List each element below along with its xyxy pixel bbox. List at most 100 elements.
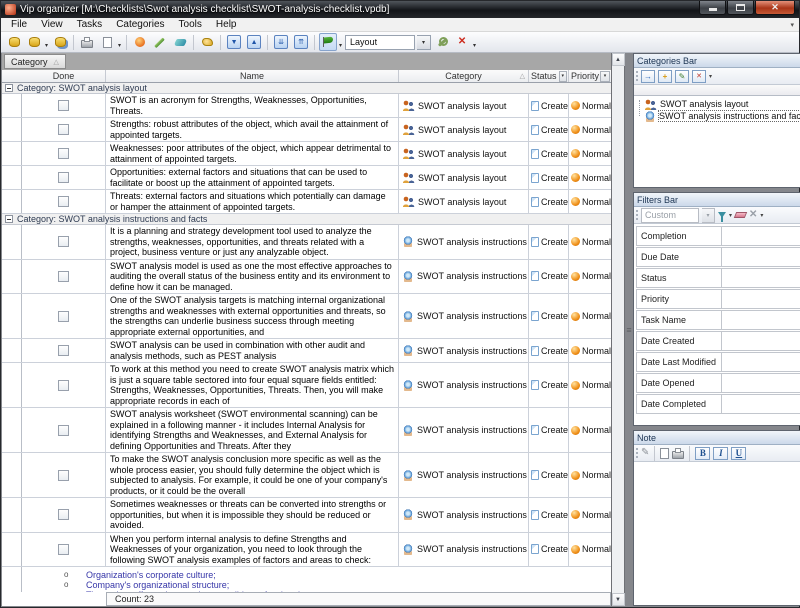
underline-button[interactable]: U bbox=[731, 447, 746, 460]
filter-value[interactable] bbox=[722, 373, 800, 393]
category-item-swot-instructions[interactable]: SWOT analysis instructions and facts 18 … bbox=[634, 110, 800, 122]
done-checkbox[interactable] bbox=[58, 345, 69, 356]
table-row[interactable]: To make the SWOT analysis conclusion mor… bbox=[2, 453, 611, 498]
grid-vertical-scrollbar[interactable]: ▲ ▼ bbox=[612, 53, 625, 606]
new-category-button[interactable]: → bbox=[641, 70, 655, 83]
table-row[interactable]: SWOT is an acronym for Strengths, Weakne… bbox=[2, 94, 611, 118]
open-dropdown-icon[interactable]: ▾ bbox=[45, 42, 49, 52]
open-database-button[interactable] bbox=[25, 33, 43, 51]
done-checkbox[interactable] bbox=[58, 311, 69, 322]
highlighter-button[interactable] bbox=[319, 33, 337, 51]
italic-button[interactable]: I bbox=[713, 447, 728, 460]
edit-task-button[interactable] bbox=[151, 33, 169, 51]
done-checkbox[interactable] bbox=[58, 100, 69, 111]
new-database-button[interactable] bbox=[5, 33, 23, 51]
note-editor[interactable] bbox=[634, 462, 800, 605]
filter-preset-dropdown[interactable]: ▾ bbox=[702, 208, 715, 223]
menu-categories[interactable]: Categories bbox=[109, 19, 171, 30]
filter-value[interactable] bbox=[722, 394, 800, 414]
duplicate-task-button[interactable] bbox=[171, 33, 189, 51]
group-by-category-button[interactable]: Category △ bbox=[4, 54, 66, 69]
status-filter-button[interactable]: ▾ bbox=[559, 71, 567, 82]
done-checkbox[interactable] bbox=[58, 425, 69, 436]
table-row[interactable]: Opportunities: external factors and situ… bbox=[2, 166, 611, 190]
collapse-all-button[interactable]: ⇈ bbox=[292, 33, 310, 51]
filter-value[interactable] bbox=[722, 310, 800, 330]
group-row-swot-layout[interactable]: Category: SWOT analysis layout bbox=[2, 83, 611, 94]
category-item-swot-layout[interactable]: SWOT analysis layout 5 5 bbox=[634, 98, 800, 110]
move-down-button[interactable]: ▼ bbox=[225, 33, 243, 51]
new-subcategory-button[interactable]: + bbox=[658, 70, 672, 83]
categories-toolbar-overflow-icon[interactable]: ▾ bbox=[709, 73, 712, 80]
customize-layout-button[interactable] bbox=[433, 33, 451, 51]
menu-tools[interactable]: Tools bbox=[172, 19, 209, 30]
done-checkbox[interactable] bbox=[58, 236, 69, 247]
table-row[interactable]: To work at this method you need to creat… bbox=[2, 363, 611, 408]
done-checkbox[interactable] bbox=[58, 271, 69, 282]
notify-button[interactable] bbox=[198, 33, 216, 51]
delete-category-button[interactable]: ✕ bbox=[692, 70, 706, 83]
done-checkbox[interactable] bbox=[58, 124, 69, 135]
filter-value[interactable] bbox=[722, 268, 800, 288]
column-header-category[interactable]: Category△ bbox=[399, 70, 529, 82]
move-up-button[interactable]: ▲ bbox=[245, 33, 263, 51]
close-button[interactable]: ✕ bbox=[755, 1, 795, 15]
table-row[interactable]: When you perform internal analysis to de… bbox=[2, 533, 611, 568]
done-checkbox[interactable] bbox=[58, 196, 69, 207]
table-row[interactable]: Threats: external factors and situations… bbox=[2, 190, 611, 214]
column-header-done[interactable]: Done bbox=[22, 70, 106, 82]
table-row[interactable]: Strengths: robust attributes of the obje… bbox=[2, 118, 611, 142]
table-row[interactable]: Weaknesses: poor attributes of the objec… bbox=[2, 142, 611, 166]
layout-combobox-dropdown[interactable]: ▾ bbox=[417, 35, 431, 50]
save-database-button[interactable] bbox=[51, 33, 69, 51]
column-header-priority[interactable]: Priority▾ bbox=[569, 70, 611, 82]
table-row[interactable]: SWOT analysis model is used as one the m… bbox=[2, 260, 611, 295]
print-note-icon[interactable] bbox=[672, 451, 684, 459]
highlighter-dropdown-icon[interactable]: ▾ bbox=[339, 42, 343, 52]
filter-value[interactable] bbox=[722, 352, 800, 372]
dock-splitter[interactable]: ≡ bbox=[625, 53, 633, 606]
scroll-down-arrow[interactable]: ▼ bbox=[612, 593, 625, 606]
column-header-status[interactable]: Status▾ bbox=[529, 70, 569, 82]
edit-category-button[interactable]: ✎ bbox=[675, 70, 689, 83]
collapse-group-icon[interactable] bbox=[5, 215, 13, 223]
column-header-name[interactable]: Name bbox=[106, 70, 399, 82]
expand-all-button[interactable]: ⇊ bbox=[272, 33, 290, 51]
filter-value[interactable] bbox=[722, 247, 800, 267]
table-row[interactable]: SWOT analysis can be used in combination… bbox=[2, 339, 611, 363]
table-row[interactable]: Sometimes weaknesses or threats can be c… bbox=[2, 498, 611, 533]
layout-combobox[interactable]: Layout bbox=[345, 35, 415, 50]
filter-dropdown-icon[interactable]: ▾ bbox=[729, 212, 732, 219]
menu-file[interactable]: File bbox=[4, 19, 34, 30]
menu-help[interactable]: Help bbox=[209, 19, 244, 30]
table-row[interactable]: SWOT analysis worksheet (SWOT environmen… bbox=[2, 408, 611, 453]
menu-view[interactable]: View bbox=[34, 19, 70, 30]
group-row-swot-instructions[interactable]: Category: SWOT analysis instructions and… bbox=[2, 214, 611, 225]
scroll-up-arrow[interactable]: ▲ bbox=[612, 53, 625, 66]
filter-value[interactable] bbox=[722, 289, 800, 309]
menu-overflow-icon[interactable]: ▾ bbox=[790, 21, 794, 29]
print-button[interactable] bbox=[78, 33, 96, 51]
menu-tasks[interactable]: Tasks bbox=[70, 19, 110, 30]
filters-toolbar-overflow-icon[interactable]: ▾ bbox=[760, 212, 763, 219]
done-checkbox[interactable] bbox=[58, 470, 69, 481]
table-row[interactable]: One of the SWOT analysis targets is matc… bbox=[2, 294, 611, 339]
done-checkbox[interactable] bbox=[58, 544, 69, 555]
done-checkbox[interactable] bbox=[58, 172, 69, 183]
maximize-button[interactable] bbox=[727, 1, 754, 15]
collapse-group-icon[interactable] bbox=[5, 84, 13, 92]
done-checkbox[interactable] bbox=[58, 380, 69, 391]
clear-filter-icon[interactable] bbox=[734, 212, 747, 218]
print-dropdown-icon[interactable]: ▾ bbox=[118, 42, 122, 52]
filter-preset-combobox[interactable]: Custom bbox=[641, 208, 699, 223]
minimize-button[interactable] bbox=[699, 1, 726, 15]
filter-value[interactable] bbox=[722, 331, 800, 351]
delete-filter-icon[interactable]: ✕ bbox=[749, 210, 757, 220]
delete-layout-button[interactable]: ✕ bbox=[453, 33, 471, 51]
note-page-icon[interactable] bbox=[660, 448, 669, 459]
print-preview-button[interactable] bbox=[98, 33, 116, 51]
table-row[interactable]: It is a planning and strategy developmen… bbox=[2, 225, 611, 260]
filter-value[interactable] bbox=[722, 226, 800, 246]
apply-filter-icon[interactable] bbox=[718, 212, 726, 218]
done-checkbox[interactable] bbox=[58, 148, 69, 159]
